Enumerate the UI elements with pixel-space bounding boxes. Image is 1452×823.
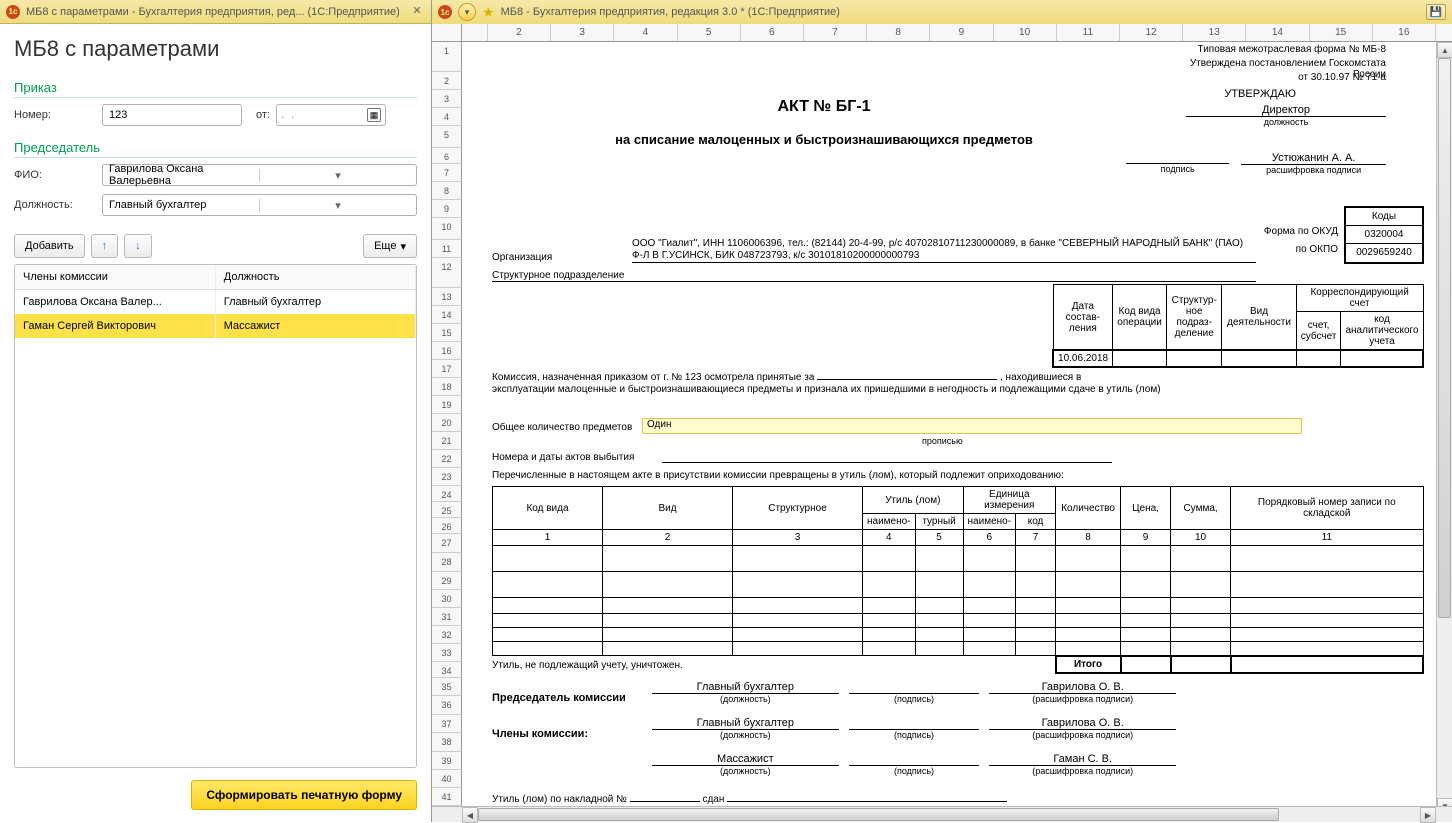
position-value: Главный бухгалтер: [103, 199, 259, 211]
chevron-down-icon[interactable]: ▾: [259, 199, 416, 212]
section-prikaz: Приказ: [14, 80, 417, 98]
calendar-icon[interactable]: ▦: [367, 108, 381, 122]
dialog-heading: МБ8 с параметрами: [14, 36, 417, 62]
spreadsheet-area[interactable]: Типовая межотраслевая форма № МБ-8 Утвер…: [462, 42, 1436, 806]
dropdown-button[interactable]: ▾: [458, 3, 476, 21]
header-table: Дата состав-ления Код вида операции Стру…: [1052, 284, 1424, 368]
dialog-titlebar: 1c МБ8 с параметрами - Бухгалтерия предп…: [0, 0, 431, 24]
director-label: Директор: [1186, 104, 1386, 117]
chevron-down-icon[interactable]: ▾: [259, 169, 416, 182]
vertical-scrollbar[interactable]: ▲ ▼: [1436, 42, 1452, 806]
more-button[interactable]: Еще▾: [363, 234, 417, 258]
arrow-down-icon: ↓: [135, 240, 141, 252]
close-icon[interactable]: ✕: [409, 4, 425, 20]
label-fio: ФИО:: [14, 169, 96, 181]
number-input[interactable]: [102, 104, 242, 126]
codes-box: Коды 0320004 0029659240: [1344, 206, 1424, 264]
form-header-1: Типовая межотраслевая форма № МБ-8: [1162, 44, 1386, 55]
fio-combo[interactable]: Гаврилова Оксана Валерьевна ▾: [102, 164, 417, 186]
row-gutter: 1234567891011121314151617181920212223242…: [432, 42, 462, 806]
horizontal-scrollbar[interactable]: ◀ ▶: [432, 806, 1452, 822]
move-down-button[interactable]: ↓: [124, 234, 152, 258]
save-icon[interactable]: 💾: [1426, 4, 1446, 20]
params-dialog: 1c МБ8 с параметрами - Бухгалтерия предп…: [0, 0, 432, 822]
app-icon-1c: 1c: [6, 5, 20, 19]
date-placeholder: . .: [281, 109, 363, 121]
total-items-cell[interactable]: Один: [642, 418, 1302, 434]
approve-label: УТВЕРЖДАЮ: [1224, 88, 1296, 100]
main-window: 1c ▾ ★ МБ8 - Бухгалтерия предприятия, ре…: [432, 0, 1452, 822]
form-header-3: от 30.10.97 № 71-а: [1162, 72, 1386, 83]
members-table[interactable]: Члены комиссии Должность Гаврилова Оксан…: [14, 264, 417, 768]
label-from: от:: [256, 109, 270, 121]
struct-label: Структурное подразделение: [492, 270, 1256, 282]
main-titlebar: 1c ▾ ★ МБ8 - Бухгалтерия предприятия, ре…: [432, 0, 1452, 24]
app-icon-1c: 1c: [438, 5, 452, 19]
table-row[interactable]: Гаврилова Оксана Валер...Главный бухгалт…: [15, 290, 416, 315]
position-sublabel: должность: [1186, 117, 1386, 127]
add-button[interactable]: Добавить: [14, 234, 85, 258]
items-table: Код вида Вид Структурное Утиль (лом) Еди…: [492, 486, 1424, 674]
section-chair: Председатель: [14, 140, 417, 158]
generate-button[interactable]: Сформировать печатную форму: [191, 780, 417, 810]
act-subtitle: на списание малоценных и быстроизнашиваю…: [462, 132, 1186, 147]
arrow-up-icon: ↑: [102, 240, 108, 252]
scroll-left-icon[interactable]: ◀: [462, 807, 478, 823]
col-position: Должность: [215, 265, 415, 290]
fio-value: Гаврилова Оксана Валерьевна: [103, 163, 259, 187]
date-input[interactable]: . . ▦: [276, 104, 386, 126]
position-combo[interactable]: Главный бухгалтер ▾: [102, 194, 417, 216]
label-number: Номер:: [14, 109, 96, 121]
scroll-right-icon[interactable]: ▶: [1420, 807, 1436, 823]
org-label: Организация: [492, 252, 552, 263]
main-title: МБ8 - Бухгалтерия предприятия, редакция …: [501, 6, 1420, 18]
table-row[interactable]: Гаман Сергей ВикторовичМассажист: [15, 314, 416, 338]
chevron-down-icon: ▾: [400, 240, 406, 253]
col-members: Члены комиссии: [15, 265, 215, 290]
star-icon[interactable]: ★: [482, 4, 495, 21]
label-position: Должность:: [14, 199, 96, 211]
scroll-up-icon[interactable]: ▲: [1437, 42, 1452, 58]
column-ruler: 2 3 4 5 6 7 8 9 10 11 12 13 14 15 16: [432, 24, 1452, 42]
dialog-title: МБ8 с параметрами - Бухгалтерия предприя…: [26, 6, 403, 18]
org-text: ООО "Гиалит", ИНН 1106006396, тел.: (821…: [632, 238, 1256, 263]
scroll-down-icon[interactable]: ▼: [1437, 798, 1452, 806]
move-up-button[interactable]: ↑: [91, 234, 119, 258]
act-title: АКТ № БГ-1: [462, 98, 1186, 116]
